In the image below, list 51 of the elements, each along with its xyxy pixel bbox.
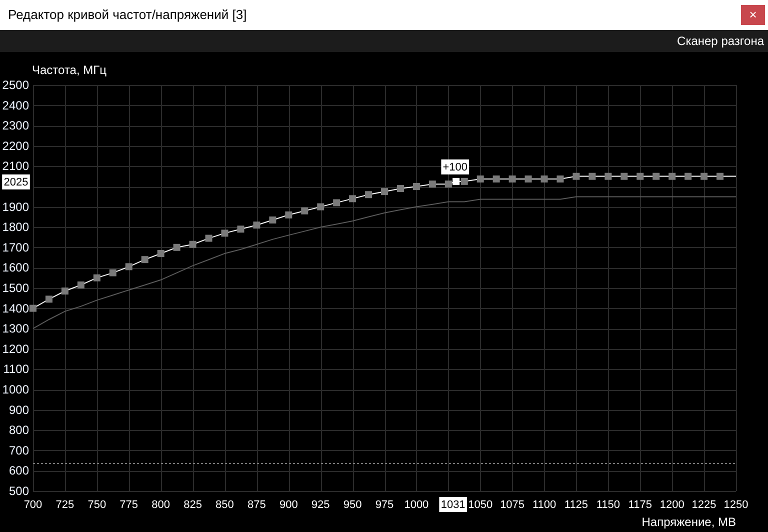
tick-label: 2400 xyxy=(2,98,29,112)
tick-label: 2300 xyxy=(2,118,29,133)
tick-label: 1600 xyxy=(2,260,29,275)
tick-label: 1125 xyxy=(564,499,588,511)
tick-label: 1075 xyxy=(500,499,525,511)
tick-label: 800 xyxy=(8,423,29,438)
tick-label: 1050 xyxy=(468,499,493,511)
tick-label: 750 xyxy=(88,499,106,511)
tick-label: 975 xyxy=(375,499,394,511)
tick-label: 875 xyxy=(248,499,266,511)
tick-label: 1700 xyxy=(2,240,29,254)
curve-point[interactable] xyxy=(452,178,460,185)
tick-label: 900 xyxy=(8,402,29,417)
tick-label: 925 xyxy=(311,499,330,511)
tick-label: 1250 xyxy=(724,499,748,511)
tick-label: 900 xyxy=(279,499,298,511)
axis-title: Напряжение, МВ xyxy=(642,515,736,529)
tick-label: 500 xyxy=(8,484,29,498)
scanner-button[interactable]: Сканер разгона xyxy=(673,32,768,50)
tick-label: 1200 xyxy=(2,342,29,356)
tick-label: 600 xyxy=(8,464,29,478)
tick-label: 2500 xyxy=(2,78,29,92)
window-title: Редактор кривой частот/напряжений [3] xyxy=(7,6,247,24)
tick-label: 1900 xyxy=(2,200,29,214)
tick-label: 2100 xyxy=(2,159,29,174)
axis-title: Частота, МГц xyxy=(32,63,107,77)
tick-label: 775 xyxy=(120,499,138,511)
tick-label: 700 xyxy=(8,443,29,458)
tick-label: 1000 xyxy=(2,382,29,396)
tick-label: 1100 xyxy=(3,362,29,376)
tick-label: 1225 xyxy=(692,499,716,511)
tick-label: 1150 xyxy=(596,499,620,511)
tick-label: 725 xyxy=(56,499,74,511)
cursor-value-label: 2025 xyxy=(2,174,30,190)
tick-label: 700 xyxy=(24,499,42,511)
tick-label: 825 xyxy=(184,499,202,511)
tick-label: 2200 xyxy=(2,138,29,153)
close-button[interactable]: × xyxy=(741,5,765,25)
tick-label: 800 xyxy=(152,499,170,511)
tick-label: 1200 xyxy=(660,499,684,511)
tick-label: 1800 xyxy=(2,220,29,234)
tick-label: 1100 xyxy=(532,499,556,511)
tick-label: 850 xyxy=(216,499,234,511)
tick-label: 1400 xyxy=(2,301,29,316)
cursor-value-label: 1031 xyxy=(439,497,467,512)
tick-label: 950 xyxy=(343,499,362,511)
tick-label: 1500 xyxy=(2,281,29,295)
tick-label: 1000 xyxy=(404,499,429,511)
tick-label: 1300 xyxy=(2,322,29,336)
tick-label: 1175 xyxy=(628,499,652,511)
offset-label: +100 xyxy=(441,159,469,174)
